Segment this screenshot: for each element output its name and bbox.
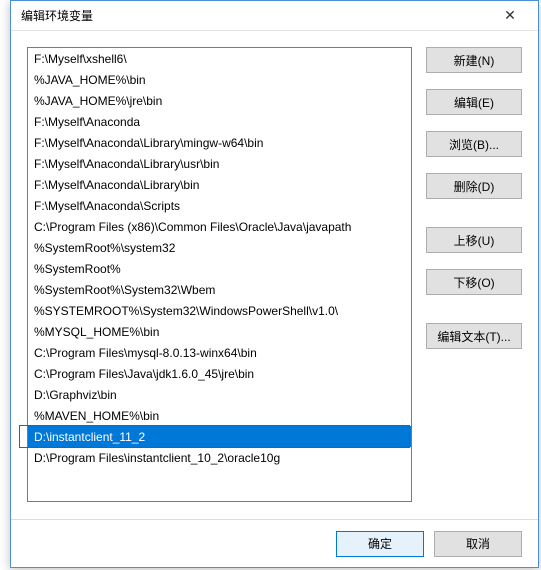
list-item[interactable]: F:\Myself\Anaconda\Scripts	[28, 195, 411, 216]
browse-button[interactable]: 浏览(B)...	[426, 131, 522, 157]
cancel-button[interactable]: 取消	[434, 531, 522, 557]
list-item[interactable]: D:\Graphviz\bin	[28, 384, 411, 405]
list-item[interactable]: F:\Myself\Anaconda\Library\usr\bin	[28, 153, 411, 174]
list-item[interactable]: %JAVA_HOME%\bin	[28, 69, 411, 90]
list-wrapper: F:\Myself\xshell6\%JAVA_HOME%\bin%JAVA_H…	[27, 47, 412, 509]
edit-button[interactable]: 编辑(E)	[426, 89, 522, 115]
list-item[interactable]: C:\Program Files (x86)\Common Files\Orac…	[28, 216, 411, 237]
list-item[interactable]: %SystemRoot%	[28, 258, 411, 279]
list-item[interactable]: %JAVA_HOME%\jre\bin	[28, 90, 411, 111]
side-buttons: 新建(N) 编辑(E) 浏览(B)... 删除(D) 上移(U) 下移(O) 编…	[426, 47, 522, 509]
close-icon[interactable]: ✕	[490, 7, 530, 24]
titlebar: 编辑环境变量 ✕	[11, 1, 538, 31]
list-item[interactable]: C:\Program Files\Java\jdk1.6.0_45\jre\bi…	[28, 363, 411, 384]
list-item[interactable]: F:\Myself\Anaconda\Library\mingw-w64\bin	[28, 132, 411, 153]
list-item[interactable]: F:\Myself\xshell6\	[28, 48, 411, 69]
list-item[interactable]: F:\Myself\Anaconda	[28, 111, 411, 132]
list-item[interactable]: %SystemRoot%\system32	[28, 237, 411, 258]
move-up-button[interactable]: 上移(U)	[426, 227, 522, 253]
list-item[interactable]: %SystemRoot%\System32\Wbem	[28, 279, 411, 300]
list-item[interactable]: D:\Program Files\instantclient_10_2\orac…	[28, 447, 411, 468]
delete-button[interactable]: 删除(D)	[426, 173, 522, 199]
move-down-button[interactable]: 下移(O)	[426, 269, 522, 295]
dialog-footer: 确定 取消	[11, 519, 538, 567]
path-listbox[interactable]: F:\Myself\xshell6\%JAVA_HOME%\bin%JAVA_H…	[27, 47, 412, 502]
dialog-content: F:\Myself\xshell6\%JAVA_HOME%\bin%JAVA_H…	[11, 31, 538, 519]
new-button[interactable]: 新建(N)	[426, 47, 522, 73]
ok-button[interactable]: 确定	[336, 531, 424, 557]
list-item[interactable]: F:\Myself\Anaconda\Library\bin	[28, 174, 411, 195]
list-item[interactable]: %MYSQL_HOME%\bin	[28, 321, 411, 342]
list-item[interactable]: %SYSTEMROOT%\System32\WindowsPowerShell\…	[28, 300, 411, 321]
list-item[interactable]: C:\Program Files\mysql-8.0.13-winx64\bin	[28, 342, 411, 363]
dialog-title: 编辑环境变量	[21, 7, 490, 24]
edit-env-var-dialog: 编辑环境变量 ✕ F:\Myself\xshell6\%JAVA_HOME%\b…	[10, 0, 539, 568]
edit-text-button[interactable]: 编辑文本(T)...	[426, 323, 522, 349]
list-item[interactable]: %MAVEN_HOME%\bin	[28, 405, 411, 426]
list-item[interactable]: D:\instantclient_11_2	[28, 426, 411, 447]
